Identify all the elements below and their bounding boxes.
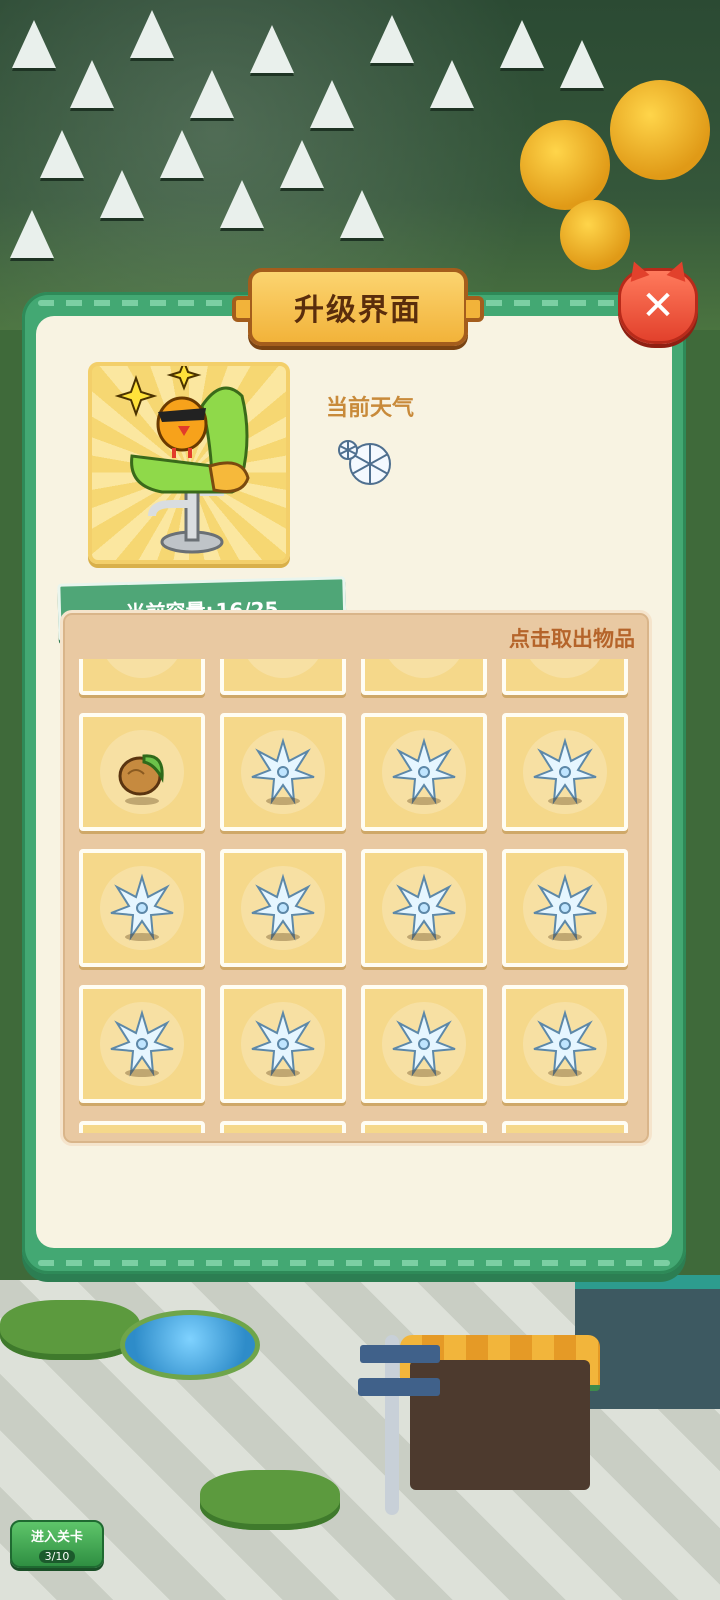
storage-scroll-area[interactable] — [79, 659, 635, 1133]
enter-level-button[interactable]: 进入关卡 3/10 — [10, 1520, 104, 1568]
storage-slot[interactable] — [79, 659, 205, 695]
storage-grid — [79, 659, 635, 1133]
weather-label: 当前天气 — [326, 396, 415, 421]
storage-slot[interactable] — [502, 849, 628, 967]
storage-slot[interactable] — [361, 1121, 487, 1133]
storage-slot[interactable] — [361, 985, 487, 1103]
panel-title: 升级界面 — [294, 293, 422, 328]
snowflake-icon — [338, 440, 391, 485]
storage-slot[interactable] — [502, 1121, 628, 1133]
chick-chair-icon — [114, 366, 250, 554]
storage-slot[interactable] — [220, 659, 346, 695]
close-icon: ✕ — [641, 283, 675, 329]
storage-slot[interactable] — [361, 713, 487, 831]
storage-slot[interactable] — [502, 659, 628, 695]
close-button[interactable]: ✕ — [618, 268, 698, 344]
storage-panel: 点击取出物品 — [60, 610, 652, 1146]
storage-slot[interactable] — [79, 985, 205, 1103]
storage-slot[interactable] — [220, 985, 346, 1103]
storage-slot[interactable] — [79, 1121, 205, 1133]
acorn-icon — [118, 754, 164, 796]
storage-slot[interactable] — [502, 985, 628, 1103]
ticket-count: 3/10 — [38, 1550, 76, 1563]
fountain-pond — [120, 1310, 260, 1380]
storage-slot[interactable] — [79, 713, 205, 831]
storage-slot[interactable] — [220, 849, 346, 967]
storage-slot[interactable] — [361, 659, 487, 695]
storage-slot[interactable] — [502, 713, 628, 831]
item-preview — [88, 362, 290, 564]
enter-level-label: 进入关卡 — [30, 1530, 83, 1545]
storage-slot[interactable] — [220, 713, 346, 831]
take-out-hint: 点击取出物品 — [509, 627, 635, 651]
storage-slot[interactable] — [79, 849, 205, 967]
panel-title-plaque: 升级界面 — [232, 268, 484, 346]
panel-bottom-border — [38, 1260, 670, 1266]
storage-slot[interactable] — [361, 849, 487, 967]
storage-slot[interactable] — [220, 1121, 346, 1133]
